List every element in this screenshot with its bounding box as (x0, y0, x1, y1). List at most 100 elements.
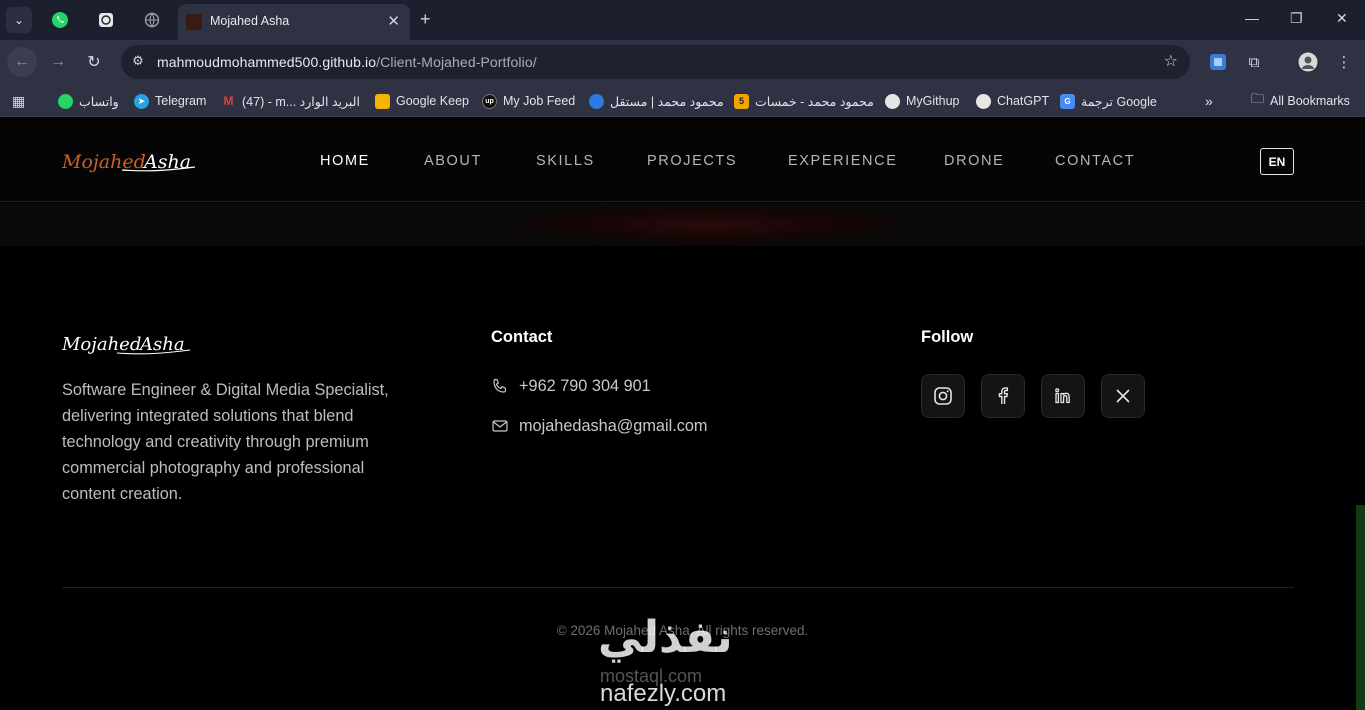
menu-button[interactable]: ⋮ (1334, 52, 1354, 72)
pinned-tab-chatgpt[interactable] (95, 9, 117, 31)
reload-icon: ↻ (87, 54, 101, 71)
watermark-arabic: نفذلي (598, 613, 733, 662)
back-button[interactable]: ← (7, 47, 37, 77)
nav-projects[interactable]: PROJECTS (647, 153, 737, 169)
bookmark-label: ChatGPT (997, 94, 1050, 108)
bookmark-star-icon[interactable]: ☆ (1164, 51, 1178, 71)
svg-text:Mojahed: Mojahed (62, 334, 141, 355)
chevron-down-icon: ⌄ (13, 13, 25, 27)
phone-icon (493, 378, 507, 393)
apps-button[interactable]: ▦ (12, 92, 25, 110)
extension-translate-button[interactable] (1208, 52, 1228, 72)
khamsat-icon: 5 (734, 93, 749, 109)
phone-text: +962 790 304 901 (519, 376, 651, 395)
forward-button[interactable]: → (43, 47, 73, 77)
x-icon (1116, 389, 1130, 403)
telegram-icon: ➤ (134, 93, 149, 109)
bookmark-item[interactable]: Google Keep (375, 92, 469, 110)
puzzle-icon: ⧉ (1248, 53, 1260, 71)
tab-search-button[interactable]: ⌄ (6, 7, 32, 33)
linkedin-button[interactable] (1041, 374, 1085, 418)
active-tab[interactable]: Mojahed Asha ✕ (178, 4, 410, 40)
url-text[interactable]: mahmoudmohammed500.github.io/Client-Moja… (157, 54, 537, 70)
browser-tab-strip: ⌄ Mojahed Asha ✕ + — ❐ ✕ (0, 0, 1365, 40)
url-host: mahmoudmohammed500.github.io (157, 54, 377, 70)
site-settings-icon[interactable]: ⚙ (129, 53, 147, 71)
pinned-tab-whatsapp[interactable] (49, 9, 71, 31)
whatsapp-icon (52, 12, 68, 28)
bookmark-label: محمود محمد - خمسات (755, 94, 874, 109)
window-close-button[interactable]: ✕ (1336, 10, 1348, 27)
decorative-glow (500, 203, 920, 246)
bookmark-label: ترجمة Google (1081, 94, 1157, 109)
site-favicon (186, 14, 202, 30)
gmail-icon: M (223, 94, 234, 108)
restore-button[interactable]: ❐ (1290, 10, 1303, 27)
nav-about[interactable]: ABOUT (424, 153, 482, 169)
bookmark-item[interactable]: ChatGPT (976, 92, 1049, 110)
bookmark-item[interactable]: G ترجمة Google (1060, 92, 1157, 110)
github-icon (885, 93, 900, 109)
extensions-button[interactable]: ⧉ (1244, 52, 1264, 72)
language-toggle[interactable]: EN (1260, 148, 1294, 175)
browser-toolbar: ← → ↻ ⚙ mahmoudmohammed500.github.io/Cli… (0, 40, 1365, 85)
bookmark-item[interactable]: ➤ Telegram (134, 92, 206, 110)
bookmark-item[interactable]: محمود محمد | مستقل (589, 92, 724, 110)
contact-email[interactable]: mojahedasha@gmail.com (491, 415, 707, 437)
chatgpt-icon (976, 93, 991, 109)
bookmark-item[interactable]: 5 محمود محمد - خمسات (734, 92, 874, 110)
facebook-button[interactable] (981, 374, 1025, 418)
whatsapp-icon (58, 93, 73, 109)
nav-contact[interactable]: CONTACT (1055, 153, 1135, 169)
web-page: Mojahed Asha HOME ABOUT SKILLS PROJECTS … (0, 118, 1365, 710)
facebook-icon (998, 387, 1009, 404)
mostaql-icon (589, 93, 604, 109)
site-logo[interactable]: Mojahed Asha (62, 140, 197, 180)
address-bar[interactable]: ⚙ mahmoudmohammed500.github.io/Client-Mo… (121, 45, 1190, 79)
linkedin-icon (1055, 388, 1070, 404)
bookmark-item[interactable]: واتساب (58, 92, 119, 110)
reload-button[interactable]: ↻ (79, 47, 109, 77)
instagram-icon (934, 387, 952, 405)
site-navbar: Mojahed Asha HOME ABOUT SKILLS PROJECTS … (0, 118, 1365, 202)
translate-extension-icon (1210, 54, 1226, 70)
bookmark-label: محمود محمد | مستقل (610, 94, 724, 109)
instagram-button[interactable] (921, 374, 965, 418)
bookmark-label: Telegram (155, 94, 207, 108)
translate-icon: G (1060, 93, 1075, 109)
nav-experience[interactable]: EXPERIENCE (788, 153, 897, 169)
new-tab-button[interactable]: + (420, 9, 431, 30)
nav-home[interactable]: HOME (320, 153, 370, 169)
upwork-icon: up (482, 93, 497, 109)
contact-heading: Contact (491, 328, 553, 346)
nav-skills[interactable]: SKILLS (536, 153, 595, 169)
footer-about-text: Software Engineer & Digital Media Specia… (62, 381, 389, 503)
bookmarks-overflow-button[interactable]: » (1205, 92, 1213, 110)
bookmark-label: MyGithup (906, 94, 960, 108)
apps-grid-icon: ▦ (12, 92, 26, 109)
url-path: /Client-Mojahed-Portfolio/ (376, 54, 537, 70)
bookmark-item[interactable]: MyGithup (885, 92, 960, 110)
profile-button[interactable] (1298, 52, 1318, 72)
folder-icon: 🗀 (1251, 91, 1265, 106)
bookmark-label: Google Keep (396, 94, 469, 108)
double-chevron-right-icon: » (1205, 93, 1213, 109)
all-bookmarks-button[interactable]: 🗀 All Bookmarks (1251, 91, 1350, 110)
footer-divider (62, 587, 1294, 588)
arrow-left-icon: ← (14, 53, 30, 70)
scrollbar-thumb[interactable] (1356, 505, 1365, 710)
bookmark-label: My Job Feed (503, 94, 576, 108)
all-bookmarks-label: All Bookmarks (1270, 94, 1350, 108)
nav-drone[interactable]: DRONE (944, 153, 1004, 169)
pinned-tab-globe[interactable] (141, 9, 163, 31)
contact-phone[interactable]: +962 790 304 901 (491, 375, 651, 397)
bookmark-item[interactable]: up My Job Feed (482, 92, 575, 110)
close-icon[interactable]: ✕ (387, 12, 400, 30)
globe-icon (144, 12, 160, 28)
bookmark-item[interactable]: M (47) - m... البريد الوارد (221, 92, 360, 110)
footer-logo: Mojahed Asha (62, 334, 191, 355)
email-text: mojahedasha@gmail.com (519, 416, 708, 435)
chatgpt-icon (99, 13, 113, 27)
x-button[interactable] (1101, 374, 1145, 418)
minimize-button[interactable]: — (1245, 10, 1259, 26)
